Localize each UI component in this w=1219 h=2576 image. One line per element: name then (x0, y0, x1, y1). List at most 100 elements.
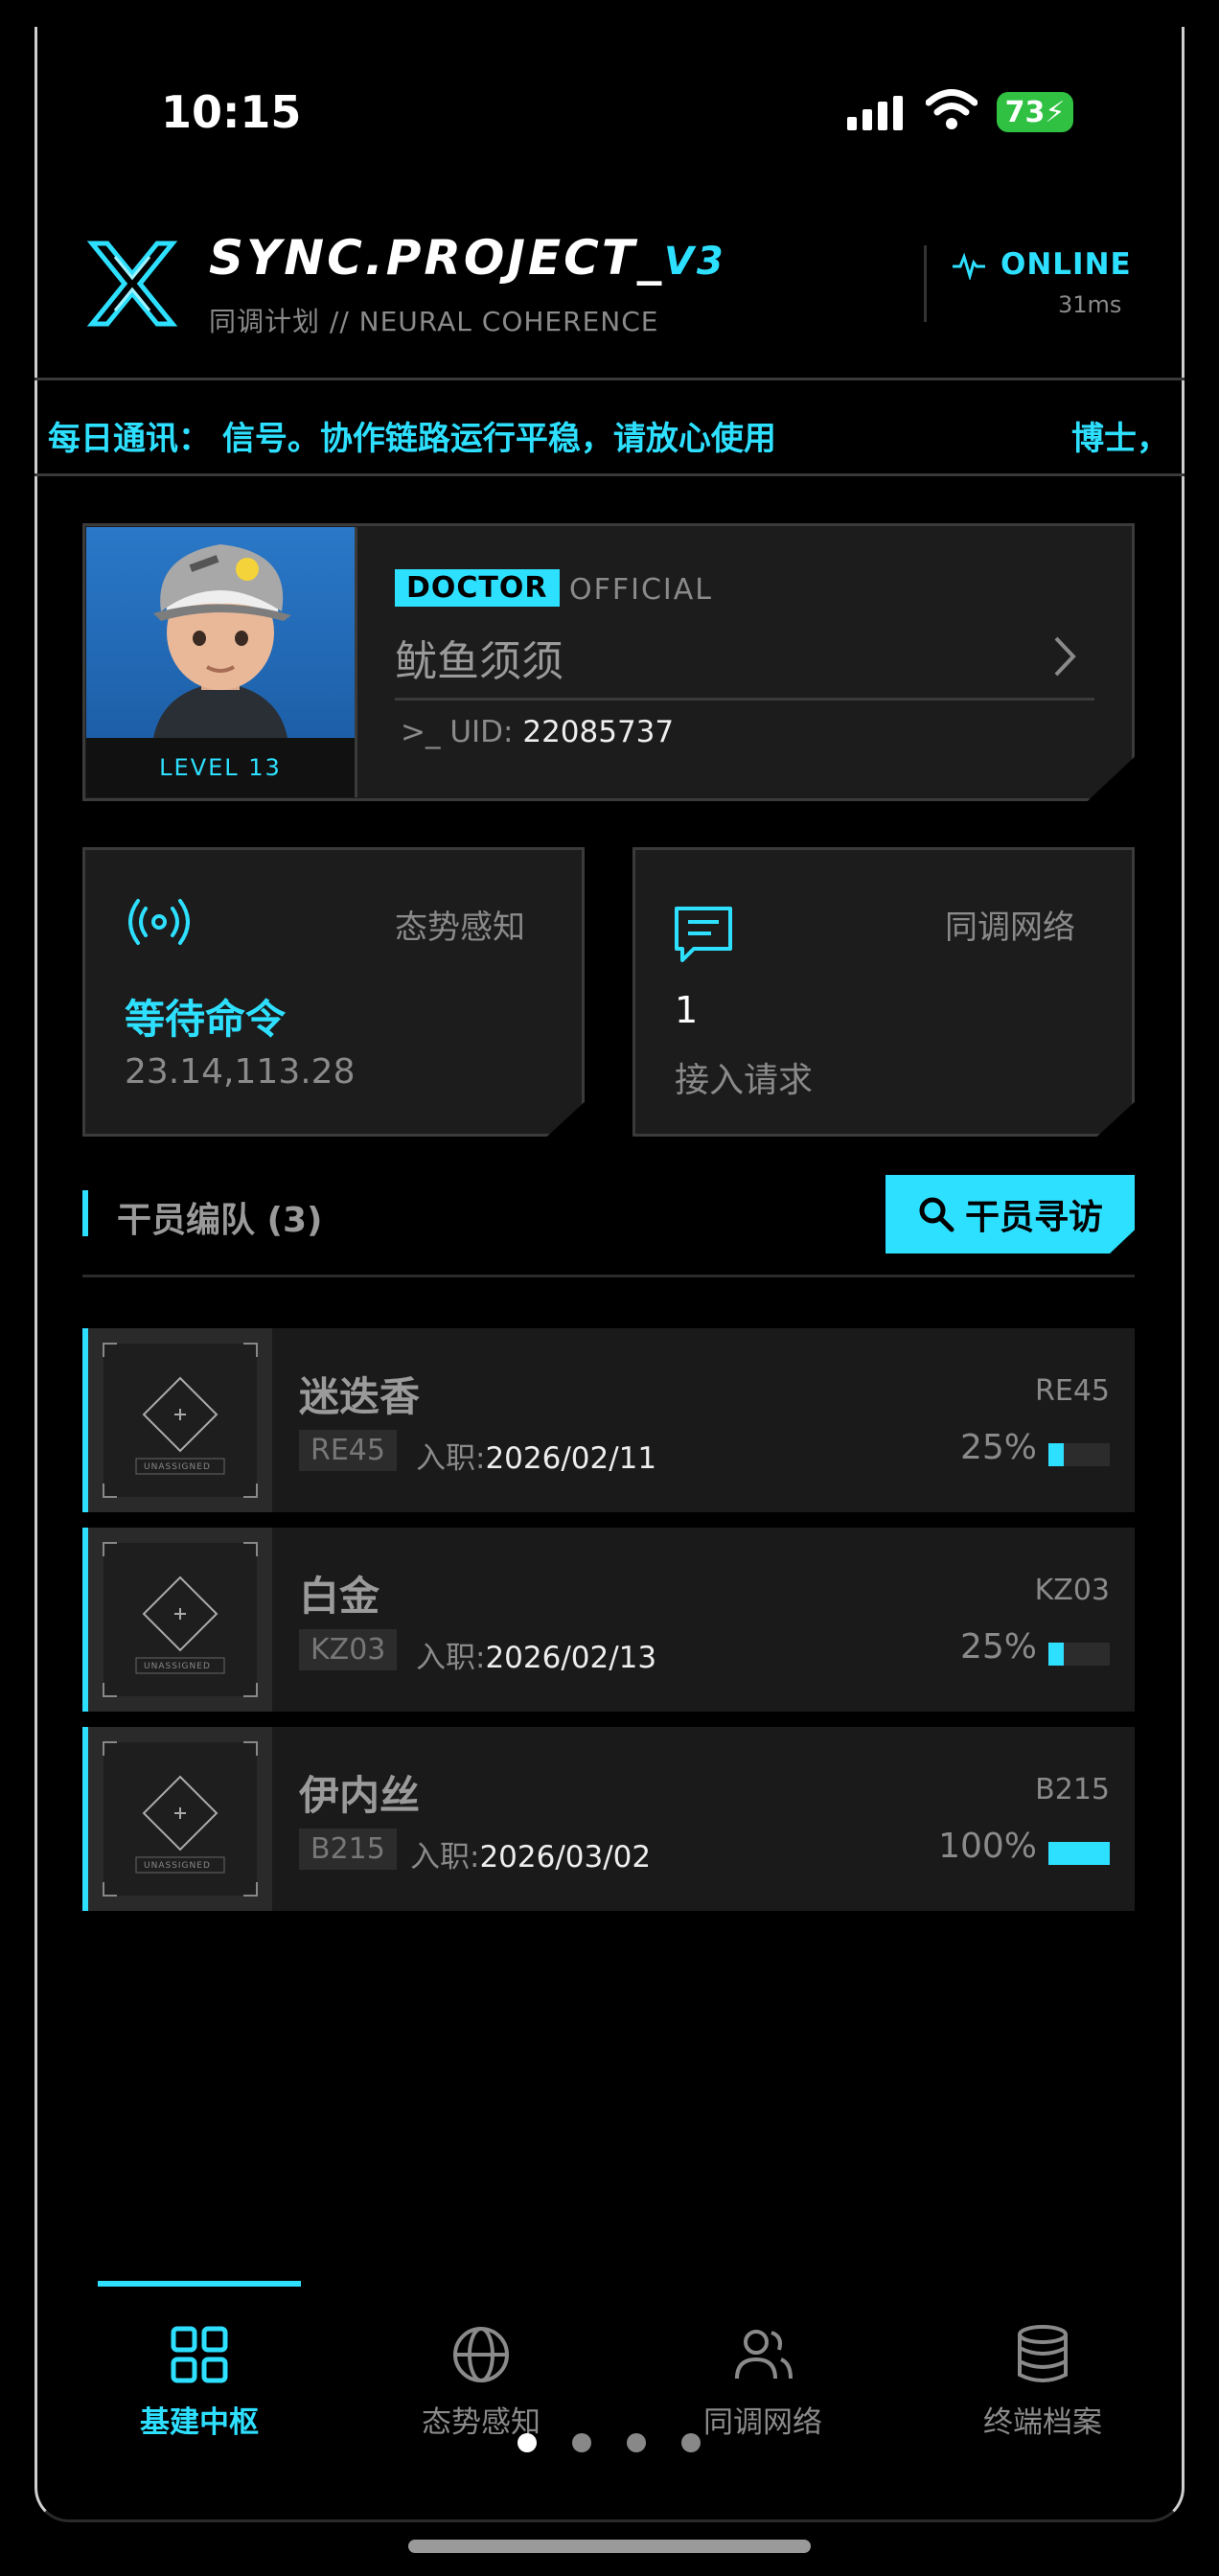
connection-status: ONLINE (1000, 247, 1132, 282)
recruit-button[interactable]: 干员寻访 (886, 1175, 1135, 1254)
section-marker (82, 1190, 88, 1236)
thumbnail-caption: UNASSIGNED (144, 1861, 211, 1871)
role-badge: DOCTOR (395, 569, 560, 607)
progress-percent: 25% (959, 1428, 1037, 1467)
charging-bolt-icon: ⚡ (1045, 95, 1066, 129)
radar-icon (128, 899, 190, 945)
user-uid: >_ UID: 22085737 (401, 715, 674, 749)
join-label: 入职: (416, 1441, 486, 1476)
profile-divider (395, 698, 1094, 701)
chat-icon (675, 907, 732, 962)
tab-active-indicator (98, 2281, 301, 2287)
coordinates-readout: 23.14,113.28 (125, 1052, 356, 1092)
operator-code-tag: KZ03 (299, 1629, 398, 1670)
section-title: 干员编队 (3) (117, 1201, 323, 1240)
operator-code: B215 (1035, 1773, 1110, 1806)
recruit-button-label: 干员寻访 (964, 1198, 1103, 1237)
page-dot-active[interactable] (518, 2433, 537, 2452)
status-time: 10:15 (161, 86, 302, 138)
operator-code: KZ03 (1034, 1574, 1110, 1607)
database-icon (1018, 2325, 1068, 2382)
home-indicator[interactable] (408, 2540, 811, 2553)
battery-level: 73 (1004, 95, 1046, 129)
page-dot[interactable] (627, 2433, 646, 2452)
join-date-value: 2026/02/11 (485, 1441, 657, 1476)
operator-row[interactable]: UNASSIGNED 迷迭香 RE45 入职:2026/02/11 RE45 2… (82, 1328, 1135, 1512)
cellular-signal-icon (847, 96, 903, 130)
progress-bar (1048, 1443, 1110, 1466)
dashboard-icon (171, 2326, 228, 2383)
uid-value: 22085737 (522, 715, 675, 749)
operator-thumbnail: UNASSIGNED (88, 1328, 272, 1512)
progress-fill (1048, 1842, 1110, 1865)
ticker-text: 每日通讯： 信号。协作链路运行平稳，请放心使用 (48, 420, 776, 458)
tab-label: 终端档案 (983, 2405, 1102, 2440)
tab-label: 基建中枢 (140, 2405, 259, 2440)
tab-base-hub[interactable]: 基建中枢 (59, 2323, 339, 2441)
operator-name: 伊内丝 (299, 1772, 421, 1819)
operator-row[interactable]: UNASSIGNED 白金 KZ03 入职:2026/02/13 KZ03 25… (82, 1528, 1135, 1712)
network-card-title: 同调网络 (945, 908, 1075, 947)
progress-percent: 100% (938, 1827, 1037, 1866)
unassigned-placeholder-icon (103, 1542, 258, 1697)
thumbnail-caption: UNASSIGNED (144, 1662, 211, 1671)
join-date: 入职:2026/02/13 (416, 1633, 656, 1676)
request-label: 接入请求 (675, 1061, 814, 1100)
operator-thumbnail: UNASSIGNED (88, 1727, 272, 1911)
app-logo-icon (86, 241, 178, 327)
join-date: 入职:2026/03/02 (410, 1832, 651, 1875)
divider (34, 473, 1184, 476)
wifi-icon (926, 89, 978, 129)
avatar[interactable] (86, 527, 355, 738)
situation-card-title: 态势感知 (395, 908, 525, 947)
unassigned-placeholder-icon (103, 1343, 258, 1498)
page-dot[interactable] (572, 2433, 591, 2452)
app-subtitle: 同调计划 // NEURAL COHERENCE (209, 306, 659, 337)
avatar-portrait-icon (153, 544, 291, 738)
join-date: 入职:2026/02/11 (416, 1434, 656, 1477)
search-icon (919, 1197, 954, 1232)
battery-indicator: 73 ⚡ (997, 92, 1073, 132)
thumbnail-caption: UNASSIGNED (144, 1462, 211, 1472)
operator-row[interactable]: UNASSIGNED 伊内丝 B215 入职:2026/03/02 B215 1… (82, 1727, 1135, 1911)
progress-percent: 25% (959, 1627, 1037, 1667)
join-label: 入职: (416, 1641, 486, 1675)
progress-fill (1048, 1643, 1064, 1666)
user-level: LEVEL 13 (86, 738, 355, 797)
tab-situation[interactable]: 态势感知 (341, 2323, 621, 2441)
join-label: 入职: (410, 1840, 480, 1874)
progress-bar (1048, 1643, 1110, 1666)
pulse-icon (953, 252, 985, 280)
operator-code-tag: B215 (299, 1828, 397, 1870)
user-name[interactable]: 鱿鱼须须 (395, 627, 564, 688)
join-date-value: 2026/03/02 (479, 1840, 652, 1874)
chevron-right-icon[interactable] (1050, 634, 1079, 678)
globe-icon (453, 2327, 509, 2382)
operator-thumbnail: UNASSIGNED (88, 1528, 272, 1712)
avatar-divider (355, 527, 357, 797)
operator-code: RE45 (1035, 1374, 1110, 1408)
situation-status: 等待命令 (125, 996, 287, 1043)
role-tag: OFFICIAL (569, 573, 714, 607)
brand-name: SYNC.PROJECT_ (209, 230, 664, 286)
operator-name: 迷迭香 (299, 1373, 421, 1420)
tab-label: 同调网络 (703, 2405, 822, 2440)
request-count: 1 (675, 989, 699, 1031)
page-dot[interactable] (681, 2433, 701, 2452)
tab-network[interactable]: 同调网络 (623, 2323, 903, 2441)
latency-readout: 31ms (1058, 291, 1122, 318)
divider (34, 378, 1184, 380)
uid-label: >_ UID: (401, 715, 514, 749)
operator-code-tag: RE45 (299, 1430, 397, 1471)
ticker-tail: 博士， (1071, 420, 1169, 458)
section-divider (82, 1275, 1135, 1277)
tab-archive[interactable]: 终端档案 (903, 2323, 1183, 2441)
operator-name: 白金 (299, 1573, 380, 1620)
join-date-value: 2026/02/13 (485, 1641, 657, 1675)
header-divider (924, 245, 927, 322)
unassigned-placeholder-icon (103, 1741, 258, 1897)
progress-fill (1048, 1443, 1064, 1466)
version-tag: V3 (663, 240, 726, 284)
users-icon (735, 2330, 793, 2380)
app-title: SYNC.PROJECT_V3 (209, 230, 726, 286)
